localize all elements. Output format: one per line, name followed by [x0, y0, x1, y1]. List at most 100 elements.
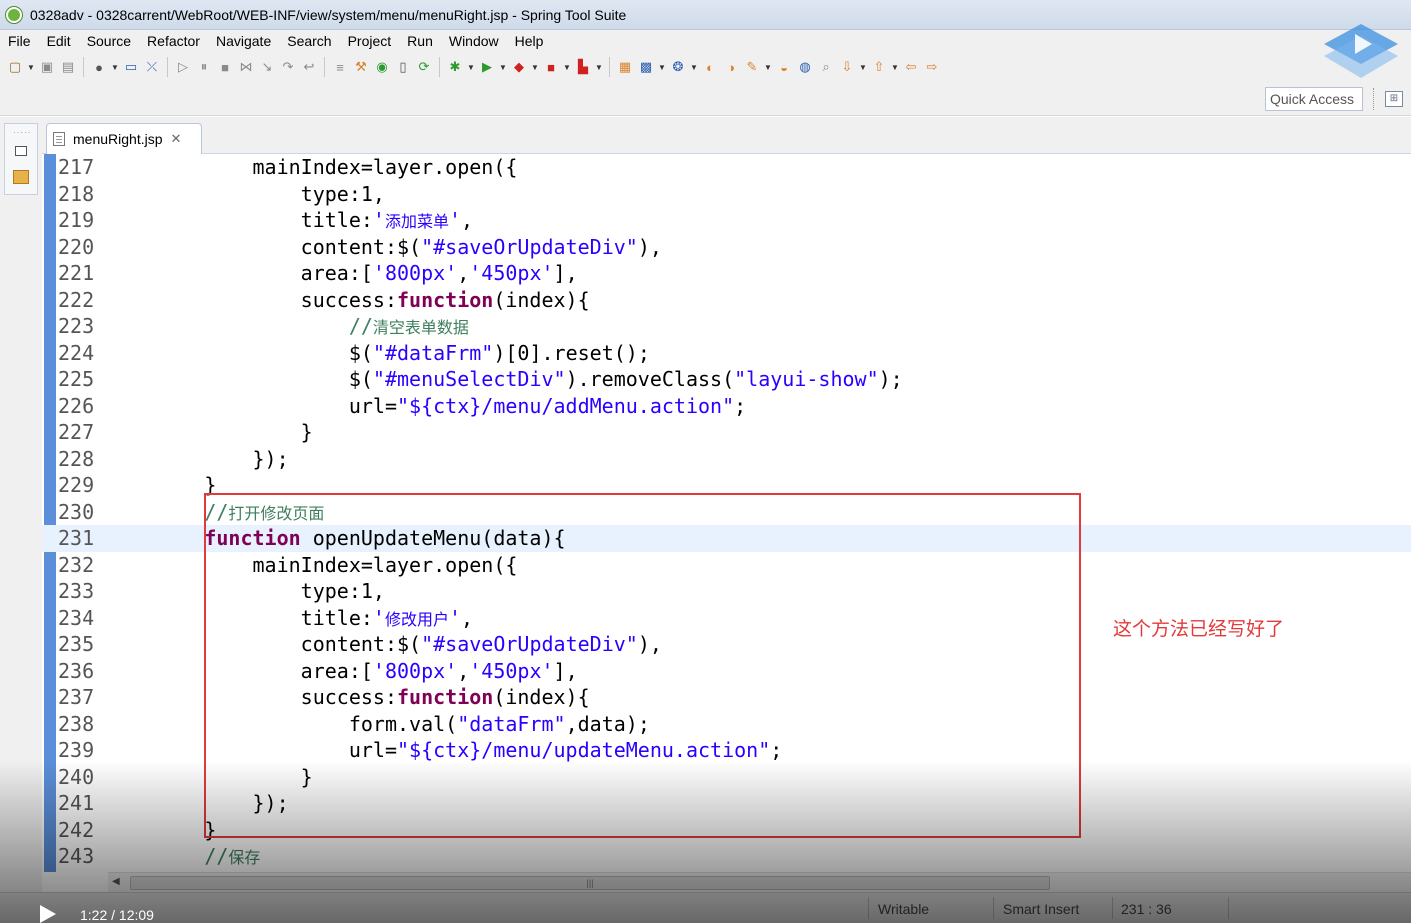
horizontal-scrollbar[interactable]: ◀ ||| [108, 872, 1411, 892]
menu-source[interactable]: Source [79, 30, 139, 52]
tab-menuright-jsp[interactable]: menuRight.jsp ✕ [46, 123, 202, 154]
debug-dropdown-icon[interactable]: ▼ [467, 58, 475, 76]
annotation-icon[interactable]: ◒ [775, 58, 793, 76]
menu-navigate[interactable]: Navigate [208, 30, 279, 52]
menu-window[interactable]: Window [441, 30, 507, 52]
new-package-icon[interactable]: ▩ [637, 58, 655, 76]
spring-boot-icon[interactable]: ◉ [373, 58, 391, 76]
code-line[interactable]: 219 title:'添加菜单', [42, 207, 1411, 234]
new-class-icon[interactable]: ❂ [669, 58, 687, 76]
code-line[interactable]: 237 success:function(index){ [42, 684, 1411, 711]
profile-dropdown-icon[interactable]: ▼ [111, 58, 119, 76]
external-tools-icon[interactable]: ▙ [574, 58, 592, 76]
play-icon[interactable] [40, 905, 56, 923]
menu-run[interactable]: Run [399, 30, 441, 52]
stop-server-icon[interactable]: ■ [542, 58, 560, 76]
refresh-icon[interactable]: ⟳ [415, 58, 433, 76]
code-line[interactable]: 227 } [42, 419, 1411, 446]
code-line[interactable]: 225 $("#menuSelectDiv").removeClass("lay… [42, 366, 1411, 393]
console-icon[interactable]: ▭ [122, 58, 140, 76]
code-line[interactable]: 220 content:$("#saveOrUpdateDiv"), [42, 234, 1411, 261]
code-line[interactable]: 222 success:function(index){ [42, 287, 1411, 314]
code-line[interactable]: 240 } [42, 764, 1411, 791]
menu-refactor[interactable]: Refactor [139, 30, 208, 52]
step-over-icon[interactable]: ↷ [279, 58, 297, 76]
previous-annotation-icon[interactable]: ⇧ [870, 58, 888, 76]
new-package-dropdown-icon[interactable]: ▼ [658, 58, 666, 76]
new-class-dropdown-icon[interactable]: ▼ [690, 58, 698, 76]
menu-project[interactable]: Project [340, 30, 400, 52]
toolbar-separator [83, 57, 84, 77]
pen-dropdown-icon[interactable]: ▼ [764, 58, 772, 76]
menu-search[interactable]: Search [279, 30, 339, 52]
code-line[interactable]: 241 }); [42, 790, 1411, 817]
code-line[interactable]: 231 function openUpdateMenu(data){ [42, 525, 1411, 552]
external-tools-dropdown-icon[interactable]: ▼ [595, 58, 603, 76]
close-icon[interactable]: ✕ [171, 131, 182, 147]
next-annotation-icon[interactable]: ⇩ [838, 58, 856, 76]
stop-server-dropdown-icon[interactable]: ▼ [563, 58, 571, 76]
next-annotation-dropdown-icon[interactable]: ▼ [859, 58, 867, 76]
menu-help[interactable]: Help [507, 30, 552, 52]
code-line[interactable]: 229 } [42, 472, 1411, 499]
code-line[interactable]: 217 mainIndex=layer.open({ [42, 154, 1411, 181]
terminate-icon[interactable]: ■ [216, 58, 234, 76]
menu-edit[interactable]: Edit [39, 30, 79, 52]
open-type-hierarchy-icon[interactable]: ◐ [701, 58, 719, 76]
use-step-filters-icon[interactable]: ≡ [331, 58, 349, 76]
code-line[interactable]: 239 url="${ctx}/menu/updateMenu.action"; [42, 737, 1411, 764]
status-separator [1228, 897, 1229, 919]
disconnect-icon[interactable]: ⋈ [237, 58, 255, 76]
profile-icon[interactable]: ● [90, 58, 108, 76]
new-icon[interactable]: ▢ [6, 58, 24, 76]
status-separator [868, 897, 869, 919]
code-line[interactable]: 238 form.val("dataFrm",data); [42, 711, 1411, 738]
code-line[interactable]: 230 //打开修改页面 [42, 499, 1411, 526]
code-line[interactable]: 221 area:['800px','450px'], [42, 260, 1411, 287]
code-line[interactable]: 243 //保存 [42, 843, 1411, 870]
coverage-icon[interactable]: ◆ [510, 58, 528, 76]
code-line[interactable]: 236 area:['800px','450px'], [42, 658, 1411, 685]
line-number: 242 [58, 817, 95, 842]
run-icon[interactable]: ▶ [478, 58, 496, 76]
new-dropdown-icon[interactable]: ▼ [27, 58, 35, 76]
skip-breakpoints-icon[interactable]: ⤫ [143, 58, 161, 76]
package-explorer-icon[interactable] [13, 170, 29, 184]
search-tool-icon[interactable]: ⌕ [817, 58, 835, 76]
previous-annotation-dropdown-icon[interactable]: ▼ [891, 58, 899, 76]
restore-icon[interactable] [15, 146, 27, 156]
new-project-icon[interactable]: ▦ [616, 58, 634, 76]
coverage-dropdown-icon[interactable]: ▼ [531, 58, 539, 76]
tools-icon[interactable]: ⚒ [352, 58, 370, 76]
save-all-icon[interactable]: ▤ [59, 58, 77, 76]
code-line[interactable]: 223 //清空表单数据 [42, 313, 1411, 340]
toolbar-separator [167, 57, 168, 77]
step-return-icon[interactable]: ↩ [300, 58, 318, 76]
code-line[interactable]: 218 type:1, [42, 181, 1411, 208]
globe-icon[interactable]: ◍ [796, 58, 814, 76]
back-icon[interactable]: ⇦ [902, 58, 920, 76]
trim-handle-icon[interactable]: ····· [13, 128, 31, 137]
code-line[interactable]: 242 } [42, 817, 1411, 844]
open-task-icon[interactable]: ◑ [722, 58, 740, 76]
step-into-icon[interactable]: ↘ [258, 58, 276, 76]
code-line[interactable]: 224 $("#dataFrm")[0].reset(); [42, 340, 1411, 367]
run-dropdown-icon[interactable]: ▼ [499, 58, 507, 76]
pen-icon[interactable]: ✎ [743, 58, 761, 76]
open-type-icon[interactable]: ▯ [394, 58, 412, 76]
forward-icon[interactable]: ⇨ [923, 58, 941, 76]
debug-icon[interactable]: ✱ [446, 58, 464, 76]
save-icon[interactable]: ▣ [38, 58, 56, 76]
scrollbar-thumb[interactable]: ||| [130, 876, 1050, 890]
scroll-left-icon[interactable]: ◀ [112, 876, 120, 887]
code-line[interactable]: 233 type:1, [42, 578, 1411, 605]
code-editor[interactable]: 217 mainIndex=layer.open({218 type:1, 219… [42, 154, 1411, 872]
code-line[interactable]: 228 }); [42, 446, 1411, 473]
resume-icon[interactable]: ▷ [174, 58, 192, 76]
open-perspective-icon[interactable]: ⊞ [1385, 91, 1403, 107]
code-line[interactable]: 232 mainIndex=layer.open({ [42, 552, 1411, 579]
suspend-icon[interactable]: ⏸ [195, 58, 213, 76]
menu-file[interactable]: File [0, 30, 39, 52]
quick-access-input[interactable]: Quick Access [1265, 87, 1363, 111]
code-line[interactable]: 226 url="${ctx}/menu/addMenu.action"; [42, 393, 1411, 420]
